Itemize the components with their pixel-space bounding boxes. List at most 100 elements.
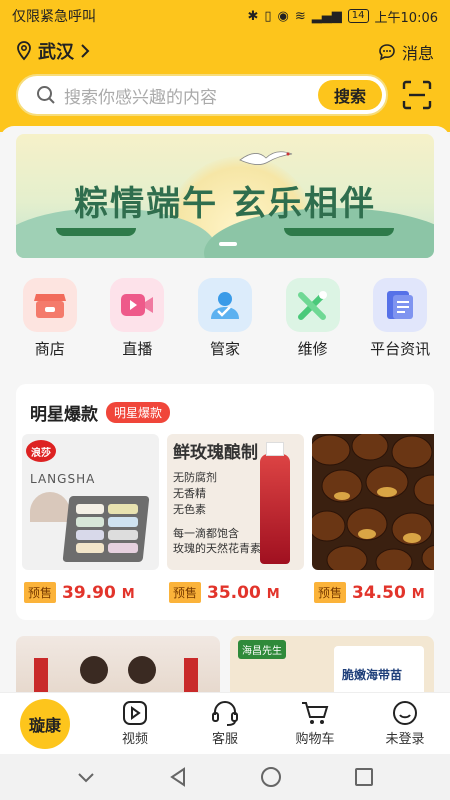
chat-bubble-icon (379, 44, 395, 61)
eye-icon: ◉ (277, 8, 289, 24)
play-icon (123, 701, 147, 725)
person-image (128, 656, 156, 684)
dragon-boat-image (284, 228, 394, 236)
recents-icon[interactable] (354, 767, 374, 787)
signal-icon: ▂▄▆ (311, 8, 342, 24)
tab-label: 购物车 (295, 732, 335, 747)
home-circle-icon[interactable] (260, 766, 282, 788)
price-value: 35.00 (207, 582, 261, 603)
brand-tag: 海昌先生 (238, 640, 286, 659)
product-image: 浪莎 LANGSHA (22, 434, 159, 570)
price: 35.00 M (207, 583, 280, 603)
scan-icon[interactable] (402, 80, 432, 110)
price-unit: M (411, 586, 425, 602)
product-card[interactable]: 浪莎 LANGSHA 预售 39.90 M (22, 434, 159, 603)
feature-list: 无防腐剂 无香精 无色素 (173, 470, 217, 518)
search-placeholder: 搜索你感兴趣的内容 (64, 87, 217, 108)
vibrate-icon: ▯ (264, 8, 272, 24)
tab-service[interactable]: 客服 (185, 700, 265, 747)
back-icon[interactable] (168, 767, 188, 787)
category-label: 直播 (122, 340, 153, 358)
banner-flag (184, 658, 198, 692)
product-headline: 鲜玫瑰酿制 (173, 443, 258, 463)
shop-icon (22, 278, 77, 332)
brand-name: LANGSHA (30, 472, 96, 486)
system-nav-bar (0, 754, 450, 800)
price-value: 34.50 (352, 582, 406, 603)
category-label: 维修 (297, 340, 328, 358)
promo-banner[interactable]: 粽情端午 玄乐相伴 (16, 134, 434, 258)
price-row: 预售 34.50 M (312, 582, 434, 603)
socks-image (108, 504, 138, 558)
banner-title: 粽情端午 玄乐相伴 (74, 184, 376, 224)
section-badge: 明星爆款 (106, 402, 171, 423)
category-live[interactable]: 直播 (97, 278, 177, 368)
clock-text: 上午10:06 (374, 10, 438, 26)
status-bar: 仅限紧急呼叫 ✱ ▯ ◉ ≋ ▂▄▆ 14 上午10:06 (0, 0, 450, 32)
home-icon: 璇康 (20, 698, 70, 749)
chevron-down-icon[interactable] (76, 770, 96, 784)
price: 34.50 M (352, 583, 425, 603)
price: 39.90 M (62, 583, 135, 603)
promo-card[interactable] (16, 636, 220, 692)
cart-icon (302, 702, 329, 724)
category-butler[interactable]: 管家 (185, 278, 265, 368)
video-icon (110, 278, 165, 332)
product-card[interactable]: 鲜玫瑰酿制 无防腐剂 无香精 无色素 每一滴都饱含 玫瑰的天然花青素 预售 35… (167, 434, 304, 603)
brand-logo: 浪莎 (26, 440, 56, 462)
location-selector[interactable]: 武汉 (16, 38, 90, 64)
category-grid: 商店 直播 管家 维修 平台资讯 (0, 278, 450, 368)
product-card[interactable]: 预售 34.50 M (312, 434, 434, 603)
star-products-card: 明星爆款 明星爆款 浪莎 LANGSHA 预售 39.90 M 鲜玫瑰酿制 无防… (16, 384, 434, 620)
message-button[interactable]: 消息 (378, 40, 434, 64)
tab-cart[interactable]: 购物车 (275, 700, 355, 747)
tab-video[interactable]: 视频 (95, 700, 175, 747)
tab-label: 未登录 (385, 732, 425, 747)
bottle-image (260, 454, 290, 564)
category-label: 管家 (209, 340, 240, 358)
category-label: 平台资讯 (370, 340, 431, 358)
bottom-promo-cards: 海昌先生 脆嫩海带苗 (16, 636, 434, 692)
tab-home[interactable]: 璇康 (5, 698, 85, 749)
price-unit: M (266, 586, 280, 602)
header: 武汉 消息 搜索你感兴趣的内容 搜索 (0, 32, 450, 132)
bottle-cap (266, 442, 284, 456)
headset-icon (212, 701, 238, 726)
battery-icon: 14 (347, 9, 369, 23)
model-image (30, 492, 70, 522)
search-input[interactable]: 搜索你感兴趣的内容 搜索 (16, 74, 388, 116)
banner-pagination-dot (219, 242, 237, 246)
presale-tag: 预售 (24, 582, 57, 603)
main-content: 粽情端午 玄乐相伴 商店 直播 管家 维修 平台资讯 明星爆款 明星爆款 浪莎 … (0, 126, 450, 692)
feature-item: 无色素 (173, 503, 206, 516)
product-list: 浪莎 LANGSHA 预售 39.90 M 鲜玫瑰酿制 无防腐剂 无香精 无色素… (22, 434, 434, 603)
price-row: 预售 35.00 M (167, 582, 304, 603)
dragon-boat-image (56, 228, 136, 236)
carrier-text: 仅限紧急呼叫 (12, 9, 96, 25)
promo-card[interactable]: 海昌先生 脆嫩海带苗 (230, 636, 434, 692)
slogan-line: 每一滴都饱含 (173, 527, 239, 540)
bluetooth-icon: ✱ (247, 8, 259, 24)
price-value: 39.90 (62, 582, 116, 603)
tab-label: 客服 (211, 732, 238, 747)
banner-flag (34, 658, 48, 692)
slogan: 每一滴都饱含 玫瑰的天然花青素 (173, 526, 261, 556)
smile-icon (393, 701, 417, 725)
presale-tag: 预售 (169, 582, 202, 603)
category-shop[interactable]: 商店 (10, 278, 90, 368)
feature-item: 无防腐剂 (173, 471, 217, 484)
product-image (312, 434, 434, 570)
message-label: 消息 (401, 44, 434, 63)
category-repair[interactable]: 维修 (273, 278, 353, 368)
person-image (80, 656, 108, 684)
document-icon (373, 278, 428, 332)
category-news[interactable]: 平台资讯 (360, 278, 440, 368)
product-image: 鲜玫瑰酿制 无防腐剂 无香精 无色素 每一滴都饱含 玫瑰的天然花青素 (167, 434, 304, 570)
tab-profile[interactable]: 未登录 (365, 700, 445, 747)
product-name: 脆嫩海带苗 (342, 668, 403, 682)
search-button[interactable]: 搜索 (318, 80, 382, 110)
status-icons: ✱ ▯ ◉ ≋ ▂▄▆ 14 上午10:06 (247, 7, 438, 26)
bottom-tab-bar: 璇康 视频 客服 购物车 未登录 (0, 692, 450, 754)
price-row: 预售 39.90 M (22, 582, 159, 603)
wifi-icon: ≋ (294, 8, 306, 24)
